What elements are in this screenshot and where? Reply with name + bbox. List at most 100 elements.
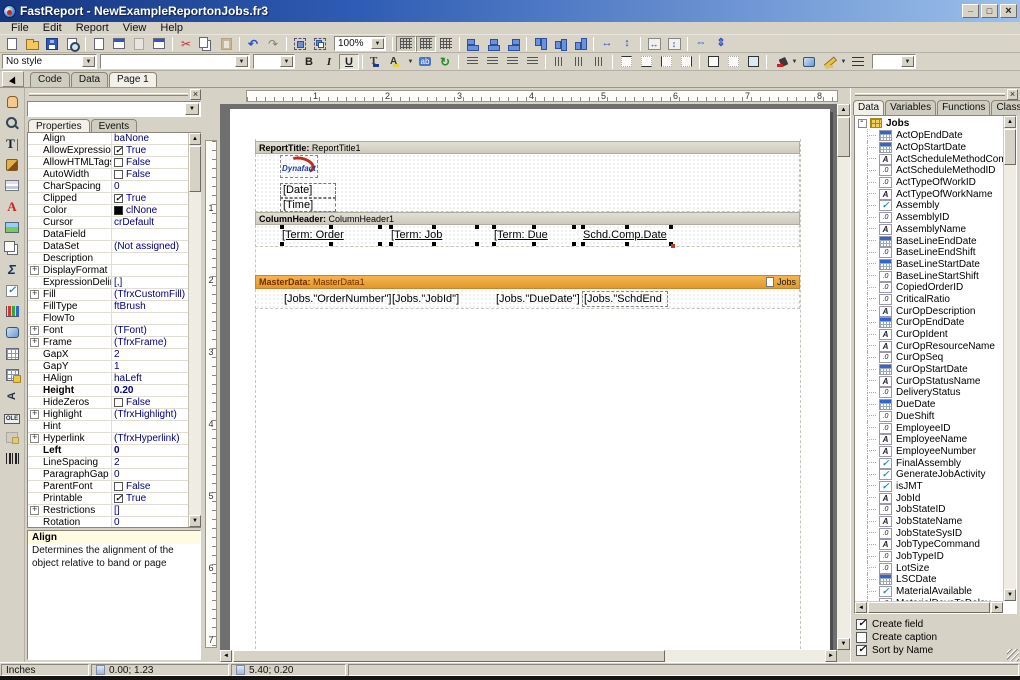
field-node[interactable]: CopiedOrderID xyxy=(855,282,1016,294)
data-field-text-object[interactable]: [Jobs."OrderNumber"] xyxy=(282,291,379,307)
property-row[interactable]: Clipped True xyxy=(28,193,200,205)
field-node[interactable]: DueShift xyxy=(855,411,1016,423)
underline-button[interactable]: U xyxy=(339,54,359,70)
copy-button[interactable] xyxy=(196,36,216,52)
field-node[interactable]: ActTypeOfWorkID xyxy=(855,177,1016,189)
page-tab[interactable]: Code xyxy=(30,72,70,87)
column-header-text-object[interactable]: [Term: Due xyxy=(494,227,574,244)
paste-button[interactable] xyxy=(216,36,236,52)
line-style-button[interactable] xyxy=(848,54,868,70)
field-node[interactable]: MaterialAvailable xyxy=(855,586,1016,598)
property-row[interactable]: FillType ftBrush xyxy=(28,301,200,313)
field-node[interactable]: Assembly xyxy=(855,200,1016,212)
column-header-text-object[interactable]: Schd.Comp.Date xyxy=(583,227,671,244)
data-panel-tab[interactable]: Classes xyxy=(991,100,1020,115)
menu-item[interactable]: Edit xyxy=(36,22,69,34)
same-width-button[interactable]: ⇔ xyxy=(691,36,711,52)
inspector-tab[interactable]: Events xyxy=(91,119,138,133)
frame-edit-button[interactable] xyxy=(743,54,763,70)
same-height-button[interactable]: ⇕ xyxy=(711,36,731,52)
property-row[interactable]: DataSet (Not assigned) xyxy=(28,241,200,253)
fit-to-grid-button[interactable] xyxy=(436,36,456,52)
field-node[interactable]: JobTypeID xyxy=(855,551,1016,563)
data-panel-tab[interactable]: Data xyxy=(853,100,884,115)
property-row[interactable]: DataField xyxy=(28,229,200,241)
report-page[interactable]: ReportTitle: ReportTitle1 Dynafact [Date… xyxy=(230,109,830,650)
field-node[interactable]: JobTypeCommand xyxy=(855,539,1016,551)
line-color-dropdown-icon[interactable] xyxy=(839,55,848,69)
property-row[interactable]: Color clNone xyxy=(28,205,200,217)
menu-item[interactable]: Report xyxy=(69,22,116,34)
background-button[interactable] xyxy=(799,54,819,70)
field-node[interactable]: AssemblyID xyxy=(855,212,1016,224)
collapse-icon[interactable] xyxy=(858,119,867,128)
field-node[interactable]: GenerateJobActivity xyxy=(855,469,1016,481)
field-node[interactable]: isJMT xyxy=(855,481,1016,493)
text-rotation-button[interactable]: ab xyxy=(415,54,435,70)
field-node[interactable]: JobStateSysID xyxy=(855,527,1016,539)
master-data-band[interactable]: [Jobs."OrderNumber"] [Jobs."JobId"] [Job… xyxy=(255,289,800,309)
field-node[interactable]: BaseLineEndShift xyxy=(855,247,1016,259)
resize-grip[interactable] xyxy=(1007,649,1019,661)
center-vertically-button[interactable]: ↕ xyxy=(664,36,684,52)
data-field-text-object[interactable]: [Jobs."JobId"] xyxy=(390,291,467,307)
align-middles-button[interactable] xyxy=(550,36,570,52)
open-report-button[interactable] xyxy=(22,36,42,52)
page-settings-button[interactable] xyxy=(149,36,169,52)
field-node[interactable]: ActScheduleMethodID xyxy=(855,165,1016,177)
close-button[interactable] xyxy=(1000,4,1017,18)
zoom-tool-icon[interactable] xyxy=(1,112,24,133)
data-field-text-object[interactable]: [Jobs."SchdEnd xyxy=(582,291,668,307)
option-row[interactable]: Sort by Name xyxy=(856,644,1004,657)
checkbox-object-icon[interactable] xyxy=(1,280,24,301)
master-data-band-header[interactable]: MasterData: MasterData1 Jobs xyxy=(255,275,800,289)
column-header-band[interactable]: [Term: Order [Term: Job xyxy=(255,225,800,247)
field-node[interactable]: CurOpResourceName xyxy=(855,340,1016,352)
valign-top-button[interactable] xyxy=(549,54,569,70)
property-row[interactable]: Fill (TfrxCustomFill) xyxy=(28,289,200,301)
option-row[interactable]: Create caption xyxy=(856,631,1004,644)
highlight-dropdown-icon[interactable] xyxy=(406,55,415,69)
align-rights-button[interactable] xyxy=(503,36,523,52)
property-row[interactable]: Height 0.20 xyxy=(28,385,200,397)
hand-tool-icon[interactable] xyxy=(1,91,24,112)
property-row[interactable]: Frame (TfrxFrame) xyxy=(28,337,200,349)
frame-left-button[interactable] xyxy=(656,54,676,70)
undo-button[interactable]: ↶ xyxy=(243,36,263,52)
align-tops-button[interactable] xyxy=(530,36,550,52)
barcode-object-icon[interactable] xyxy=(1,448,24,469)
property-row[interactable]: AllowExpressions True xyxy=(28,145,200,157)
data-field-text-object[interactable]: [Jobs."DueDate"] xyxy=(494,291,576,307)
space-vertically-button[interactable]: ↕ xyxy=(617,36,637,52)
style-select[interactable]: No style xyxy=(2,54,97,69)
time-object[interactable]: [Time] xyxy=(280,198,336,212)
line-color-button[interactable] xyxy=(819,54,839,70)
new-page-button[interactable] xyxy=(89,36,109,52)
field-node[interactable]: DeliveryStatus xyxy=(855,387,1016,399)
ungroup-button[interactable] xyxy=(310,36,330,52)
ole-object-icon[interactable] xyxy=(1,406,24,427)
show-grid-button[interactable] xyxy=(396,36,416,52)
text-object-icon[interactable] xyxy=(1,133,24,154)
frame-none-button[interactable] xyxy=(723,54,743,70)
field-node[interactable]: JobId xyxy=(855,492,1016,504)
page-tab[interactable]: Data xyxy=(71,72,108,87)
data-panel-close-icon[interactable] xyxy=(1007,89,1018,100)
inspector-splitter[interactable] xyxy=(29,93,188,96)
property-row[interactable]: HideZeros False xyxy=(28,397,200,409)
font-name-select[interactable] xyxy=(100,54,250,69)
property-row[interactable]: Cursor crDefault xyxy=(28,217,200,229)
field-node[interactable]: CurOpIdent xyxy=(855,329,1016,341)
field-node[interactable]: JobStateName xyxy=(855,516,1016,528)
data-panel-splitter[interactable] xyxy=(855,93,1005,96)
design-canvas[interactable]: ReportTitle: ReportTitle1 Dynafact [Date… xyxy=(220,104,837,650)
dataset-root-node[interactable]: Jobs xyxy=(855,116,1016,130)
menu-item[interactable]: Help xyxy=(153,22,190,34)
page-tab[interactable]: Page 1 xyxy=(109,72,157,87)
system-text-icon[interactable] xyxy=(1,259,24,280)
field-node[interactable]: AssemblyName xyxy=(855,224,1016,236)
field-node[interactable]: EmployeeName xyxy=(855,434,1016,446)
field-node[interactable]: LSCDate xyxy=(855,574,1016,586)
report-title-band-header[interactable]: ReportTitle: ReportTitle1 xyxy=(255,141,800,154)
field-node[interactable]: ActOpEndDate xyxy=(855,130,1016,142)
